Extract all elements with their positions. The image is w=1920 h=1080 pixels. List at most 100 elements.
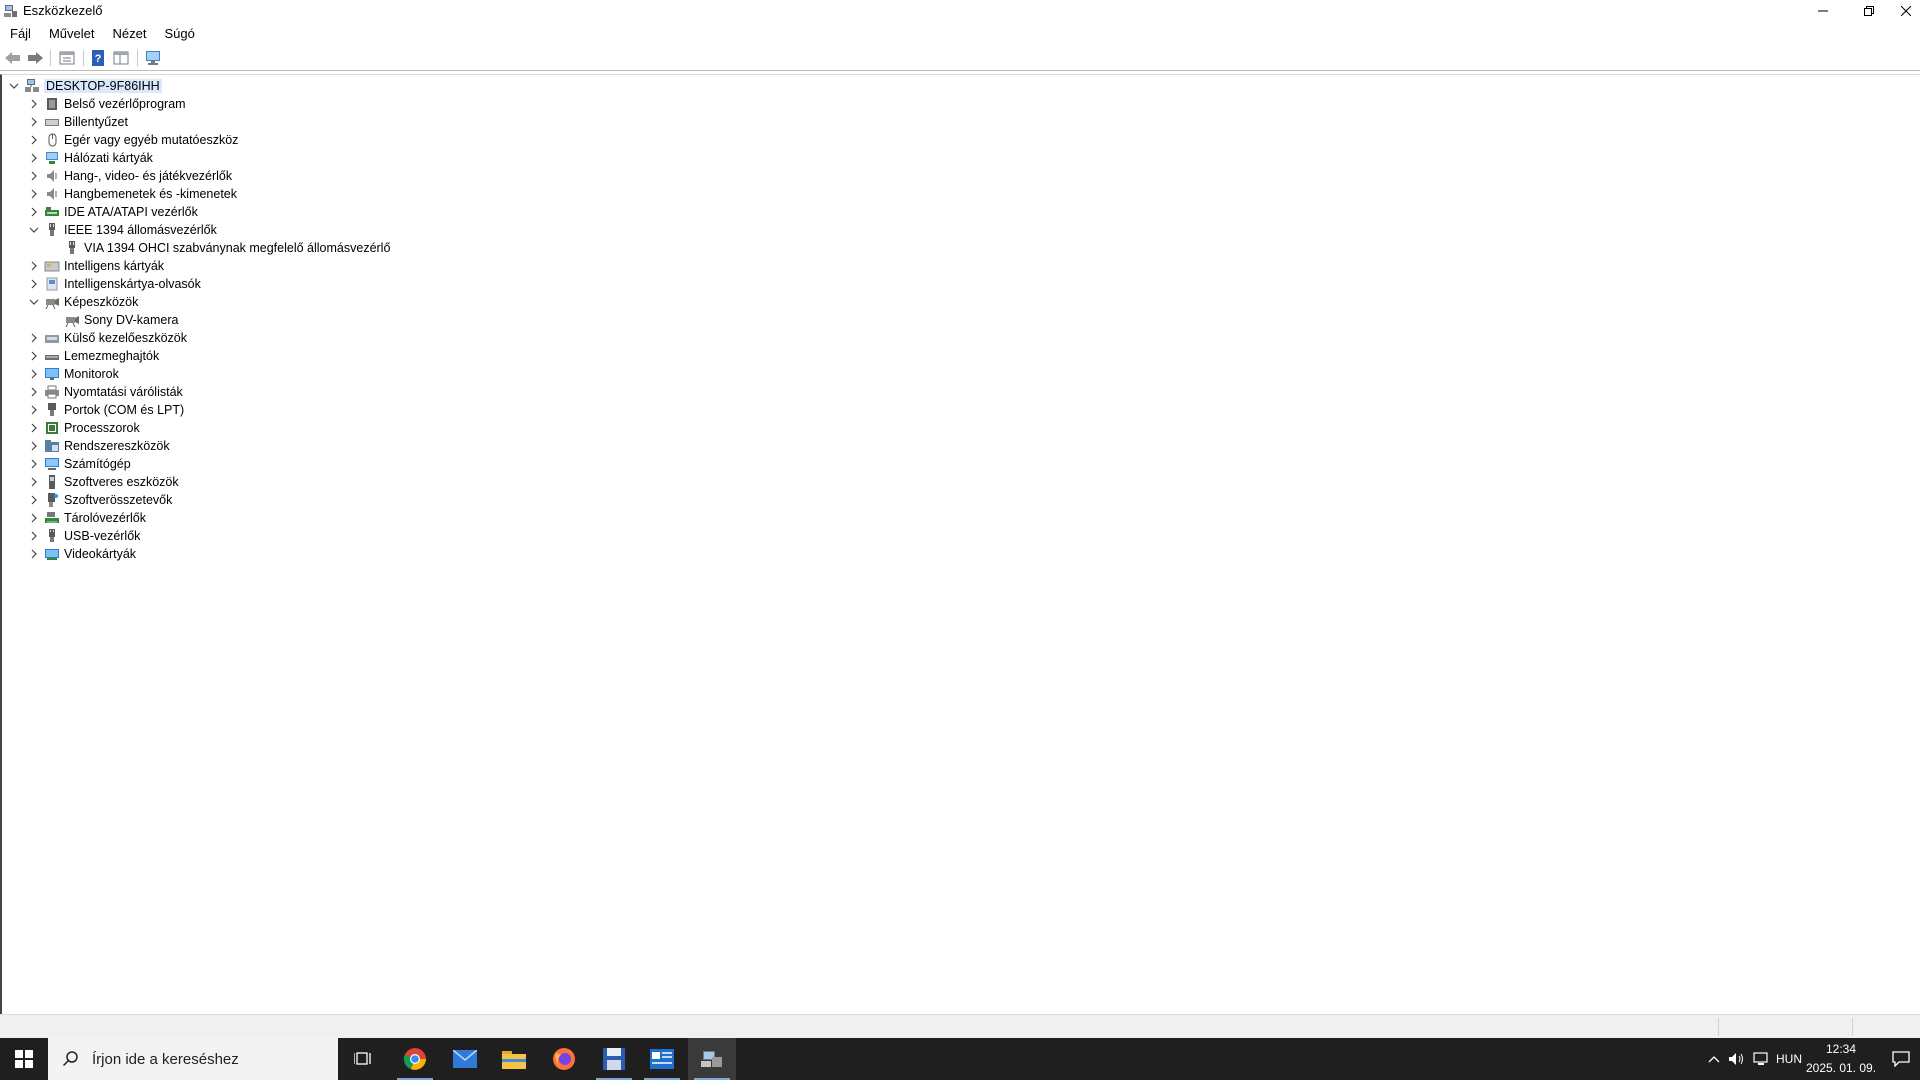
chevron-down-icon[interactable] [28, 224, 40, 236]
chevron-right-icon[interactable] [28, 278, 40, 290]
view-icon [113, 51, 129, 65]
menu-help[interactable]: Súgó [156, 23, 202, 45]
chevron-right-icon[interactable] [28, 404, 40, 416]
help-button[interactable]: ? [88, 49, 108, 67]
tree-category-monitorok[interactable]: Monitorok [28, 365, 119, 383]
chrome-button[interactable] [391, 1038, 439, 1080]
save-disk-app-button[interactable] [590, 1038, 638, 1080]
restore-button[interactable] [1846, 0, 1892, 22]
disk-icon [44, 348, 60, 364]
close-button[interactable] [1892, 0, 1920, 22]
chevron-right-icon[interactable] [28, 188, 40, 200]
chevron-right-icon[interactable] [28, 332, 40, 344]
chevron-right-icon[interactable] [28, 98, 40, 110]
tree-category-tarolovezerlok[interactable]: Tárolóvezérlők [28, 509, 146, 527]
chevron-right-icon[interactable] [28, 512, 40, 524]
menu-view[interactable]: Nézet [104, 23, 154, 45]
tree-root[interactable]: DESKTOP-9F86IHH [8, 77, 162, 95]
mail-button[interactable] [441, 1038, 489, 1080]
firefox-button[interactable] [540, 1038, 588, 1080]
forward-button[interactable] [25, 49, 45, 67]
chevron-right-icon[interactable] [28, 134, 40, 146]
device-manager-icon [4, 5, 17, 17]
tree-category-intelligenskartya-olvasok[interactable]: Intelligenskártya-olvasók [28, 275, 201, 293]
network-tray-button[interactable] [1752, 1038, 1772, 1080]
restore-icon [1864, 6, 1874, 16]
tree-category-portok-com-es-lpt[interactable]: Portok (COM és LPT) [28, 401, 184, 419]
tree-category-ide-ata-atapi-vezerlok[interactable]: IDE ATA/ATAPI vezérlők [28, 203, 198, 221]
news-app-button[interactable] [638, 1038, 686, 1080]
chevron-right-icon[interactable] [28, 368, 40, 380]
tree-category-intelligens-kartyak[interactable]: Intelligens kártyák [28, 257, 164, 275]
start-button[interactable] [0, 1038, 48, 1080]
clock[interactable]: 12:34 2025. 01. 09. [1804, 1040, 1878, 1078]
taskbar-search[interactable] [48, 1038, 338, 1080]
menu-file[interactable]: Fájl [2, 23, 39, 45]
menu-bar: Fájl Művelet Nézet Súgó [0, 23, 203, 45]
chevron-down-icon[interactable] [8, 80, 20, 92]
minimize-button[interactable] [1800, 0, 1846, 22]
chevron-right-icon[interactable] [28, 116, 40, 128]
notification-button[interactable] [1886, 1038, 1916, 1080]
tree-device-via-1394-ohci-szabvanynak-megfelelo-allomasvezerlo[interactable]: VIA 1394 OHCI szabványnak megfelelő állo… [64, 239, 390, 257]
tree-category-hangbemenetek-es-kimenetek[interactable]: Hangbemenetek és -kimenetek [28, 185, 237, 203]
scan-hardware-button[interactable] [143, 49, 163, 67]
device-manager-taskbar-button[interactable] [688, 1038, 736, 1080]
search-input[interactable] [90, 1049, 334, 1069]
plug-icon [44, 222, 60, 238]
tree-category-szoftveres-eszkozok[interactable]: Szoftveres eszközök [28, 473, 179, 491]
tree-category-videokartyak[interactable]: Videokártyák [28, 545, 136, 563]
chevron-right-icon[interactable] [28, 530, 40, 542]
tree-category-lemezmeghajtok[interactable]: Lemezmeghajtók [28, 347, 159, 365]
show-hidden-icons-button[interactable] [1706, 1038, 1722, 1080]
chevron-right-icon[interactable] [28, 476, 40, 488]
tree-category-kulso-kezeloeszkozok[interactable]: Külső kezelőeszközök [28, 329, 187, 347]
mail-icon [453, 1050, 477, 1068]
chevron-right-icon[interactable] [28, 494, 40, 506]
chevron-right-icon[interactable] [28, 170, 40, 182]
chevron-right-icon[interactable] [28, 458, 40, 470]
volume-button[interactable] [1727, 1038, 1747, 1080]
tree-category-nyomtatasi-varolistak[interactable]: Nyomtatási várólisták [28, 383, 183, 401]
task-view-button[interactable] [340, 1038, 388, 1080]
language-indicator[interactable]: HUN [1774, 1038, 1804, 1080]
tree-category-eger-vagy-egyeb-mutatoeszkoz[interactable]: Egér vagy egyéb mutatóeszköz [28, 131, 238, 149]
tree-category-processzorok[interactable]: Processzorok [28, 419, 140, 437]
tree-category-rendszereszkozok[interactable]: Rendszereszközök [28, 437, 170, 455]
file-explorer-button[interactable] [490, 1038, 538, 1080]
tree-category-label: IDE ATA/ATAPI vezérlők [64, 205, 198, 219]
back-button[interactable] [3, 49, 23, 67]
tree-category-ieee-1394-allomasvezerlok[interactable]: IEEE 1394 állomásvezérlők [28, 221, 217, 239]
tree-category-szoftverosszetevok[interactable]: Szoftverösszetevők [28, 491, 172, 509]
tree-category-label: Lemezmeghajtók [64, 349, 160, 363]
tree-category-hang-video-es-jatekvezerlok[interactable]: Hang-, video- és játékvezérlők [28, 167, 232, 185]
chevron-down-icon[interactable] [28, 296, 40, 308]
tree-category-szamitogep[interactable]: Számítógép [28, 455, 131, 473]
news-app-icon [650, 1049, 674, 1069]
view-button[interactable] [111, 49, 131, 67]
chevron-right-icon[interactable] [28, 386, 40, 398]
tree-category-halozati-kartyak[interactable]: Hálózati kártyák [28, 149, 153, 167]
tree-device-sony-dv-kamera[interactable]: Sony DV-kamera [64, 311, 178, 329]
chevron-right-icon[interactable] [28, 152, 40, 164]
status-bar-separator [1718, 1018, 1719, 1036]
hid-icon [44, 330, 60, 346]
tree-category-label: Billentyűzet [64, 115, 128, 129]
chevron-right-icon[interactable] [28, 350, 40, 362]
tree-category-billentyuzet[interactable]: Billentyűzet [28, 113, 128, 131]
tree-category-label: Külső kezelőeszközök [64, 331, 187, 345]
tree-category-belso-vezerloprogram[interactable]: Belső vezérlőprogram [28, 95, 186, 113]
tree-category-usb-vezerlok[interactable]: USB-vezérlők [28, 527, 140, 545]
chevron-right-icon[interactable] [28, 206, 40, 218]
chevron-right-icon[interactable] [28, 548, 40, 560]
menu-action[interactable]: Művelet [41, 23, 103, 45]
properties-button[interactable] [57, 49, 77, 67]
chevron-right-icon[interactable] [28, 422, 40, 434]
chrome-icon [403, 1048, 426, 1070]
file-explorer-icon [502, 1051, 526, 1069]
chevron-right-icon[interactable] [28, 260, 40, 272]
chevron-right-icon[interactable] [28, 440, 40, 452]
speaker-icon [44, 186, 60, 202]
tree-category-kepeszkozok[interactable]: Képeszközök [28, 293, 138, 311]
tree-category-label: Hangbemenetek és -kimenetek [64, 187, 238, 201]
